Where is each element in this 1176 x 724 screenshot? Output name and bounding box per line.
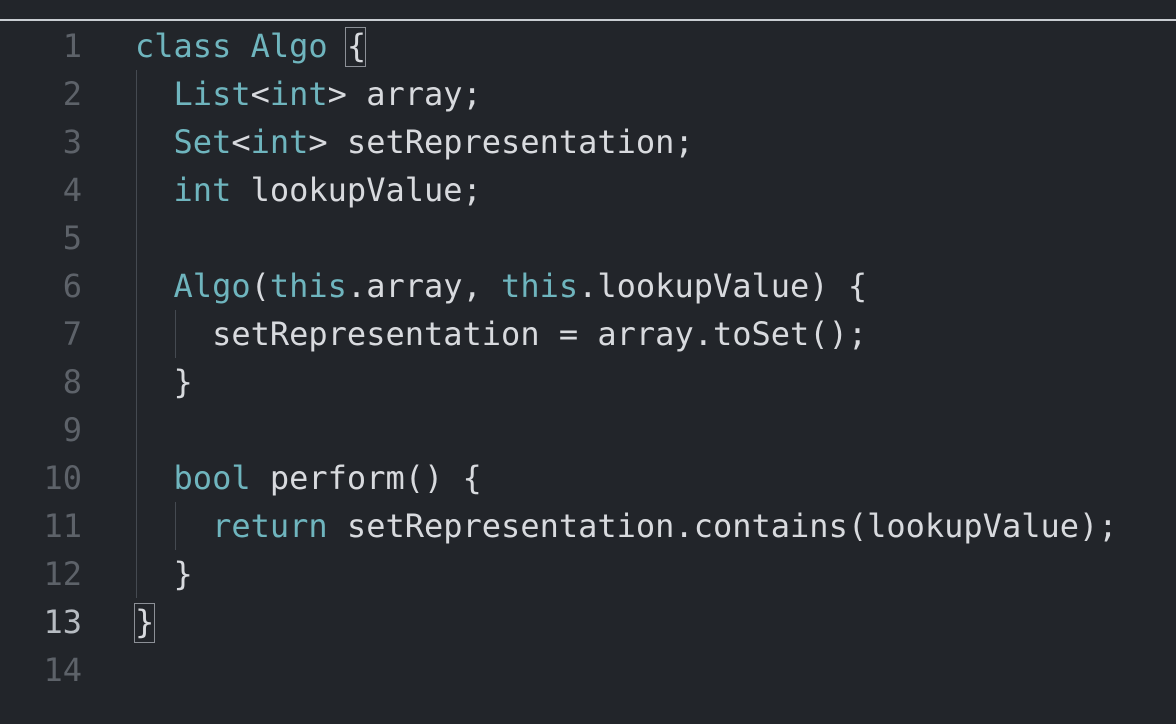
code-text[interactable]: return setRepresentation.contains(lookup… xyxy=(135,502,1118,550)
keyword-token: Set xyxy=(173,123,232,161)
line-number: 10 xyxy=(43,459,82,497)
code-token: lookupValue; xyxy=(231,171,482,209)
line-number: 11 xyxy=(43,507,82,545)
code-line[interactable]: 7 setRepresentation = array.toSet(); xyxy=(0,310,1176,358)
line-number: 4 xyxy=(62,171,82,209)
keyword-token: int xyxy=(269,75,328,113)
editor-top-border xyxy=(0,19,1176,21)
line-number: 14 xyxy=(43,651,82,689)
code-text[interactable]: int lookupValue; xyxy=(135,166,482,214)
code-text[interactable]: } xyxy=(135,358,193,406)
keyword-token: this xyxy=(501,267,579,305)
line-number: 1 xyxy=(62,27,82,65)
line-number: 3 xyxy=(62,123,82,161)
line-number: 6 xyxy=(62,267,82,305)
line-number: 9 xyxy=(62,411,82,449)
code-line[interactable]: 8 } xyxy=(0,358,1176,406)
code-line[interactable]: 6 Algo(this.array, this.lookupValue) { xyxy=(0,262,1176,310)
code-text[interactable]: setRepresentation = array.toSet(); xyxy=(135,310,867,358)
code-line[interactable]: 12 } xyxy=(0,550,1176,598)
indent-guide-constructor-body xyxy=(175,310,176,358)
keyword-token: bool xyxy=(173,459,251,497)
code-token: .lookupValue) { xyxy=(578,267,868,305)
code-text[interactable]: Algo(this.array, this.lookupValue) { xyxy=(135,262,868,310)
code-line[interactable]: 4 int lookupValue; xyxy=(0,166,1176,214)
code-token: } xyxy=(135,363,193,401)
line-number: 8 xyxy=(62,363,82,401)
code-line[interactable]: 9 xyxy=(0,406,1176,454)
code-text[interactable]: } xyxy=(135,550,193,598)
keyword-token: int xyxy=(173,171,232,209)
code-line[interactable]: 11 return setRepresentation.contains(loo… xyxy=(0,502,1176,550)
code-line[interactable]: 1 class Algo { xyxy=(0,22,1176,70)
code-line[interactable]: 3 Set<int> setRepresentation; xyxy=(0,118,1176,166)
code-token: ( xyxy=(250,267,270,305)
code-token: setRepresentation.contains(lookupValue); xyxy=(327,507,1118,545)
matched-bracket-close xyxy=(134,603,155,643)
code-line[interactable]: 14 xyxy=(0,646,1176,694)
line-number: 13 xyxy=(43,603,82,641)
line-number: 5 xyxy=(62,219,82,257)
code-text[interactable]: class Algo { xyxy=(135,22,366,70)
code-line[interactable]: 5 xyxy=(0,214,1176,262)
code-token: .array, xyxy=(346,267,502,305)
code-token: perform() { xyxy=(250,459,482,497)
code-token: < xyxy=(231,123,251,161)
code-token: > setRepresentation; xyxy=(308,123,694,161)
code-token: } xyxy=(135,555,193,593)
line-number: 2 xyxy=(62,75,82,113)
keyword-token: int xyxy=(250,123,309,161)
keyword-token: List xyxy=(173,75,251,113)
indent-guide-class-body xyxy=(136,70,137,598)
line-number: 12 xyxy=(43,555,82,593)
keyword-token: Algo xyxy=(250,27,328,65)
matched-bracket-open xyxy=(345,27,366,67)
indent-guide-perform-body xyxy=(175,502,176,550)
code-token: > array; xyxy=(327,75,482,113)
code-text[interactable]: bool perform() { xyxy=(135,454,482,502)
code-line[interactable]: 10 bool perform() { xyxy=(0,454,1176,502)
code-token: < xyxy=(250,75,270,113)
code-token: setRepresentation = array.toSet(); xyxy=(135,315,868,353)
code-text[interactable]: List<int> array; xyxy=(135,70,482,118)
code-text[interactable]: Set<int> setRepresentation; xyxy=(135,118,694,166)
keyword-token: this xyxy=(269,267,347,305)
code-editor[interactable]: 1 class Algo {2 List<int> array; 3 Set<int… xyxy=(0,0,1176,724)
keyword-token: Algo xyxy=(173,267,251,305)
line-number: 7 xyxy=(62,315,82,353)
code-line[interactable]: 13} xyxy=(0,598,1176,646)
keyword-token: return xyxy=(212,507,328,545)
keyword-token: class xyxy=(135,27,232,65)
code-line[interactable]: 2 List<int> array; xyxy=(0,70,1176,118)
